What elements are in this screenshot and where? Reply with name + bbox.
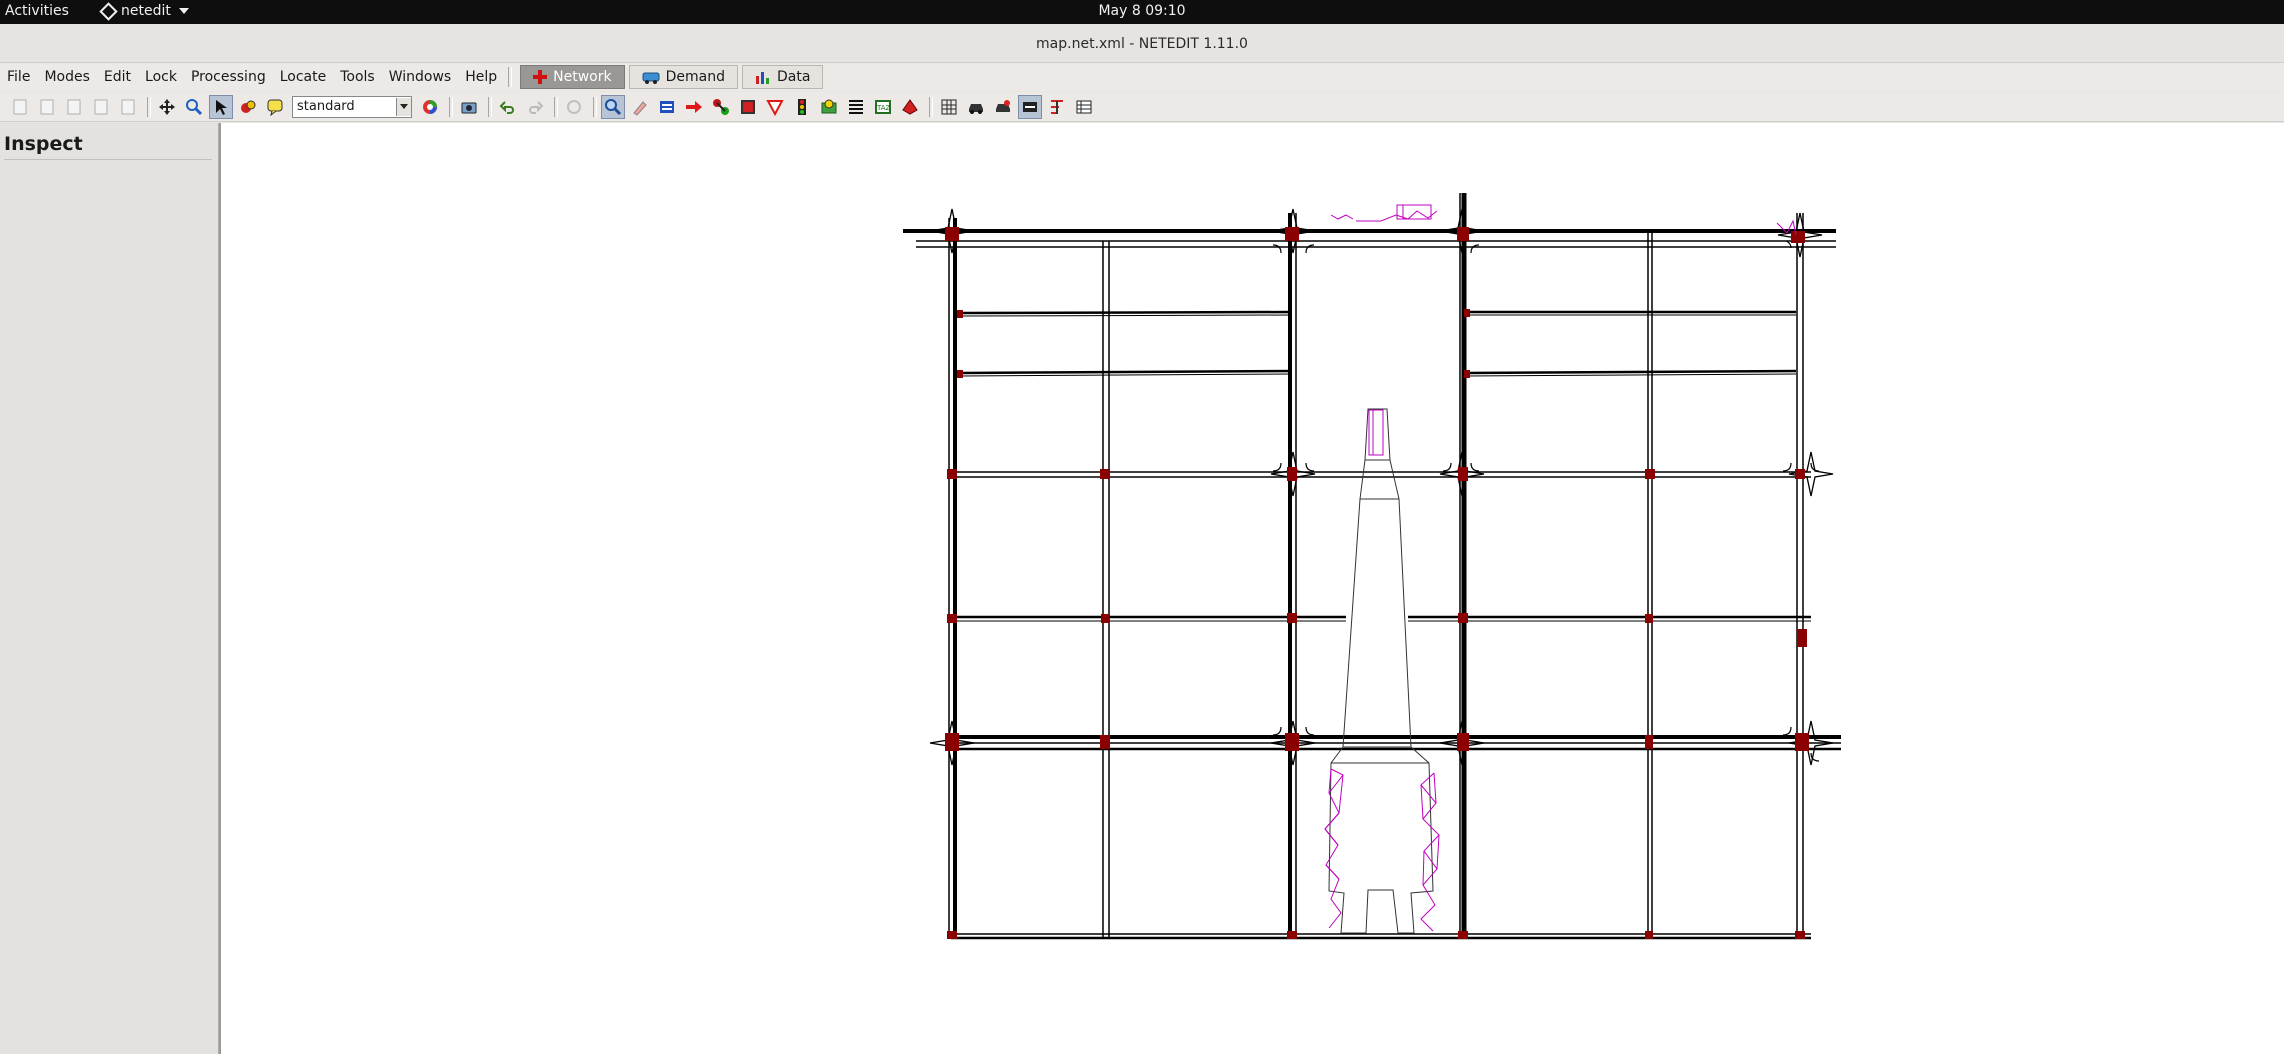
- select-mode-icon[interactable]: [655, 95, 679, 119]
- menu-file[interactable]: File: [0, 69, 37, 85]
- window-title: map.net.xml - NETEDIT 1.11.0: [1036, 36, 1248, 52]
- grid-icon[interactable]: [937, 95, 961, 119]
- menubar: File Modes Edit Lock Processing Locate T…: [0, 63, 2284, 91]
- save-icon[interactable]: [62, 95, 86, 119]
- screenshot-icon[interactable]: [457, 95, 481, 119]
- separator: [508, 67, 513, 87]
- save-as-icon[interactable]: [89, 95, 113, 119]
- menu-processing[interactable]: Processing: [184, 69, 273, 85]
- block-corners: [1272, 240, 1820, 762]
- separator: [929, 96, 933, 117]
- view-scheme-value: standard: [297, 99, 355, 114]
- crossing-mode-icon[interactable]: [844, 95, 868, 119]
- traffic-light-mode-icon[interactable]: [790, 95, 814, 119]
- spread-icon[interactable]: [1018, 94, 1042, 119]
- menu-help[interactable]: Help: [458, 69, 504, 85]
- open-icon[interactable]: [35, 95, 59, 119]
- separator: [488, 96, 492, 117]
- inspect-mode-icon[interactable]: [601, 94, 625, 119]
- supermode-data-button[interactable]: Data: [741, 65, 824, 89]
- menu-lock[interactable]: Lock: [138, 69, 184, 85]
- menu-locate[interactable]: Locate: [273, 69, 334, 85]
- separator: [449, 96, 453, 117]
- menu-label: Help: [465, 69, 498, 85]
- redo-icon[interactable]: [523, 95, 547, 119]
- zoom-icon[interactable]: [182, 95, 206, 119]
- menu-windows[interactable]: Windows: [382, 69, 459, 85]
- recenter-view-icon[interactable]: [155, 95, 179, 119]
- locate-icon[interactable]: [209, 94, 233, 119]
- additional-mode-icon[interactable]: [817, 95, 841, 119]
- separator: [593, 96, 597, 117]
- save-state-icon[interactable]: [562, 95, 586, 119]
- supermode-network-button[interactable]: Network: [520, 65, 625, 89]
- menu-label: Processing: [190, 69, 266, 85]
- taz-mode-icon[interactable]: TAZ: [871, 95, 895, 119]
- menu-label: Modes: [44, 69, 90, 85]
- supermode-label: Network: [553, 69, 612, 85]
- separator: [147, 96, 151, 117]
- menu-modes[interactable]: Modes: [37, 69, 96, 85]
- supermode-demand-button[interactable]: Demand: [628, 65, 738, 89]
- network-canvas[interactable]: [219, 123, 2284, 1054]
- network-icon: [533, 70, 548, 84]
- network-drawing[interactable]: [221, 123, 2284, 1054]
- vehicle-icon[interactable]: [964, 95, 988, 119]
- plaza-outline: [1328, 408, 1434, 934]
- system-top-bar: Activities netedit May 8 09:10: [0, 0, 2284, 24]
- main-toolbar: standard TAZ: [0, 92, 2284, 122]
- menu-label: Lock: [145, 69, 177, 85]
- reload-icon[interactable]: [116, 95, 140, 119]
- connection-mode-icon[interactable]: [736, 95, 760, 119]
- menu-label: Edit: [103, 69, 132, 85]
- menu-label: Locate: [279, 69, 327, 85]
- demand-icon: [642, 72, 660, 84]
- menu-edit[interactable]: Edit: [97, 69, 138, 85]
- view-scheme-select[interactable]: standard: [292, 95, 412, 118]
- undo-icon[interactable]: [496, 95, 520, 119]
- svg-text:TAZ: TAZ: [876, 104, 891, 112]
- move-mode-icon[interactable]: [682, 95, 706, 119]
- merge-icon[interactable]: [1045, 95, 1069, 119]
- clock[interactable]: May 8 09:10: [0, 3, 2284, 19]
- menu-label: Tools: [340, 69, 375, 85]
- separator: [554, 96, 558, 117]
- color-scheme-icon[interactable]: [236, 95, 260, 119]
- window-title-bar: map.net.xml - NETEDIT 1.11.0: [0, 24, 2284, 63]
- horizontal-roads: [903, 229, 1841, 940]
- prohibition-mode-icon[interactable]: [763, 95, 787, 119]
- pedestrian-paths: [1324, 204, 1797, 932]
- data-icon: [755, 72, 769, 84]
- inspect-frame: Inspect: [0, 123, 219, 1054]
- tooltip-icon[interactable]: [263, 95, 287, 119]
- delete-mode-icon[interactable]: [628, 95, 652, 119]
- vertical-roads: [948, 193, 1804, 938]
- inspect-frame-title: Inspect: [4, 133, 212, 160]
- vehicle-alt-icon[interactable]: [991, 95, 1015, 119]
- create-edge-mode-icon[interactable]: [709, 95, 733, 119]
- menu-label: File: [7, 69, 31, 85]
- supermode-label: Demand: [665, 69, 725, 85]
- junctions: [945, 227, 1809, 939]
- color-wheel-icon[interactable]: [418, 95, 442, 119]
- menu-tools[interactable]: Tools: [333, 69, 382, 85]
- table-icon[interactable]: [1072, 95, 1096, 119]
- new-network-icon[interactable]: [8, 95, 32, 119]
- shape-mode-icon[interactable]: [898, 95, 922, 119]
- menu-label: Windows: [388, 69, 452, 85]
- supermode-label: Data: [776, 69, 811, 85]
- junction-flares: [929, 208, 1834, 766]
- chevron-down-icon[interactable]: [396, 97, 411, 116]
